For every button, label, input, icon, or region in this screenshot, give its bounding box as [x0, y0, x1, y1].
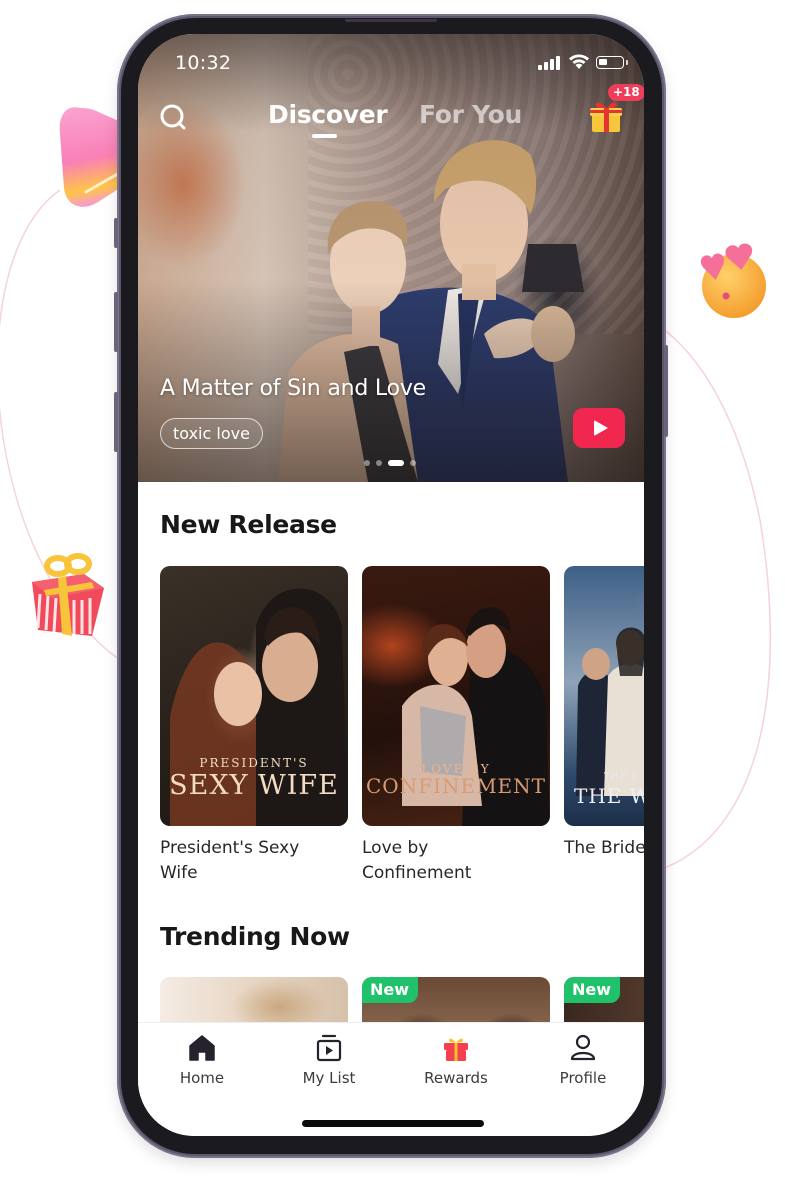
hero-title[interactable]: A Matter of Sin and Love: [160, 376, 426, 401]
home-indicator[interactable]: [302, 1120, 484, 1127]
nav-label-my-list: My List: [302, 1069, 356, 1087]
phone-action-button: [114, 218, 118, 248]
battery-cap: [626, 60, 628, 65]
gift-icon[interactable]: [586, 96, 626, 136]
book-card[interactable]: THE B THE WO The Bride Wolf King: [564, 566, 644, 886]
cover-text-large: CONFINEMENT: [366, 774, 546, 798]
status-bar: 10:32: [138, 34, 644, 94]
carousel-dot[interactable]: [410, 460, 416, 466]
cellular-signal-icon: [538, 56, 560, 70]
phone-volume-up-button: [114, 292, 118, 352]
app-screen: 10:32 Discover For You +18 A Matter of S…: [138, 34, 644, 1136]
book-cover: LOVE BY CONFINEMENT: [362, 566, 550, 826]
tab-discover[interactable]: Discover: [268, 100, 388, 129]
wifi-icon: [569, 54, 589, 69]
search-icon[interactable]: [158, 102, 188, 132]
carousel-dot-active[interactable]: [388, 460, 404, 466]
hero-banner[interactable]: 10:32 Discover For You +18 A Matter of S…: [138, 34, 644, 482]
cover-text-small: PRESIDENT'S: [199, 756, 309, 770]
carousel-indicator: [364, 460, 416, 466]
nav-label-rewards: Rewards: [424, 1069, 488, 1087]
book-cover: THE B THE WO: [564, 566, 644, 826]
phone-volume-down-button: [114, 392, 118, 452]
nav-item-rewards[interactable]: Rewards: [406, 1033, 506, 1087]
new-release-list: PRESIDENT'S SEXY WIFE President's Sexy W…: [160, 566, 644, 886]
cover-text-large: THE WO: [574, 784, 644, 808]
carousel-dot[interactable]: [376, 460, 382, 466]
new-badge: New: [362, 977, 419, 1003]
cover-text-large: SEXY WIFE: [169, 770, 339, 801]
book-title: Love by Confinement: [362, 838, 472, 883]
nav-item-home[interactable]: Home: [152, 1033, 252, 1087]
battery-icon: [596, 56, 624, 69]
nav-label-home: Home: [179, 1069, 225, 1087]
section-title-trending-now: Trending Now: [160, 922, 350, 951]
book-title: President's Sexy Wife: [160, 838, 300, 883]
cover-text-small: THE B: [604, 772, 639, 782]
battery-level-fill: [599, 59, 607, 65]
top-navigation: Discover For You +18: [138, 84, 644, 142]
carousel-dot[interactable]: [364, 460, 370, 466]
status-time: 10:32: [175, 52, 232, 74]
nav-label-profile: Profile: [559, 1069, 607, 1087]
phone-speaker: [345, 19, 437, 22]
active-tab-indicator: [312, 134, 337, 138]
nav-item-profile[interactable]: Profile: [533, 1033, 633, 1087]
home-icon: [189, 1035, 215, 1061]
playlist-icon: [316, 1034, 342, 1062]
play-icon[interactable]: [573, 408, 625, 448]
tab-for-you[interactable]: For You: [419, 100, 522, 129]
nav-item-my-list[interactable]: My List: [279, 1033, 379, 1087]
profile-icon: [570, 1034, 596, 1061]
book-title: The Bride Wolf King: [564, 838, 644, 858]
gift-box-decoration-icon: [32, 553, 104, 636]
book-cover: PRESIDENT'S SEXY WIFE: [160, 566, 348, 826]
book-card[interactable]: LOVE BY CONFINEMENT Love by Confinement: [362, 566, 550, 886]
hero-tag[interactable]: toxic love: [160, 418, 263, 449]
gift-badge-count: +18: [608, 84, 644, 101]
new-badge: New: [564, 977, 621, 1003]
heart-eyes-emoji-decoration-icon: [700, 243, 766, 318]
gift-icon: [444, 1038, 468, 1061]
section-title-new-release: New Release: [160, 510, 337, 539]
bottom-navigation: Home My List Rewards Profile: [138, 1022, 644, 1136]
book-card[interactable]: PRESIDENT'S SEXY WIFE President's Sexy W…: [160, 566, 348, 886]
phone-power-button: [664, 345, 668, 437]
